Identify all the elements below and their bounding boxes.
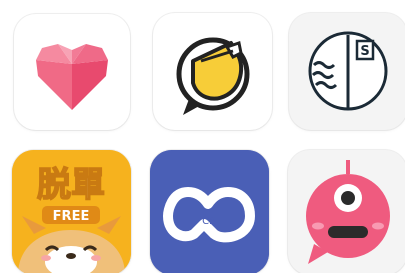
app-tile-sea-badge[interactable]: S	[289, 13, 405, 130]
one-eyed-monster-icon	[306, 160, 390, 264]
badge-letter: S	[360, 44, 369, 59]
app-tile-cb[interactable]: CB	[150, 150, 269, 273]
sea-badge-icon: S	[308, 31, 388, 111]
app-tile-monster[interactable]	[288, 150, 405, 273]
app-tile-beer-chat[interactable]	[153, 13, 272, 130]
beer-chat-bubble-icon	[176, 37, 250, 115]
cb-logo-text: CB	[202, 216, 216, 227]
app-title-chars: 脱單	[37, 165, 105, 205]
shiba-dog-icon: 脱單 FREE	[12, 150, 131, 273]
app-tile-heart[interactable]	[14, 14, 130, 130]
app-icon-grid: S 脱單 FREE CB	[0, 0, 405, 273]
heart-icon	[36, 44, 108, 110]
free-badge: FREE	[53, 209, 90, 224]
infinity-cb-icon: CB	[150, 150, 269, 273]
app-tile-shiba[interactable]: 脱單 FREE	[12, 150, 131, 273]
